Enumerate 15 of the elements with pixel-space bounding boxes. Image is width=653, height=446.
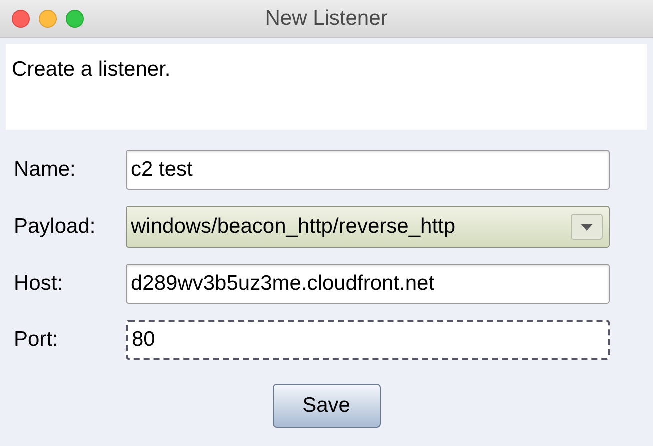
save-button[interactable]: Save (272, 384, 380, 428)
text-field[interactable]: d289wv3b5uz3me.cloudfront.net (126, 264, 610, 304)
field-label: Port: (14, 327, 60, 354)
payload-dropdown[interactable]: windows/beacon_http/reverse_http (126, 206, 610, 248)
minimize-icon[interactable] (39, 10, 57, 28)
text-field[interactable]: c2 test (126, 150, 610, 190)
text-field[interactable]: 80 (126, 320, 610, 360)
dropdown-caret-icon (571, 214, 603, 240)
window-title: New Listener (265, 6, 388, 32)
field-label: Name: (14, 157, 77, 184)
field-label: Host: (14, 271, 64, 298)
field-label: Payload: (14, 214, 97, 240)
close-icon[interactable] (12, 10, 30, 28)
maximize-icon[interactable] (66, 10, 84, 28)
description-text: Create a listener. (12, 58, 171, 81)
